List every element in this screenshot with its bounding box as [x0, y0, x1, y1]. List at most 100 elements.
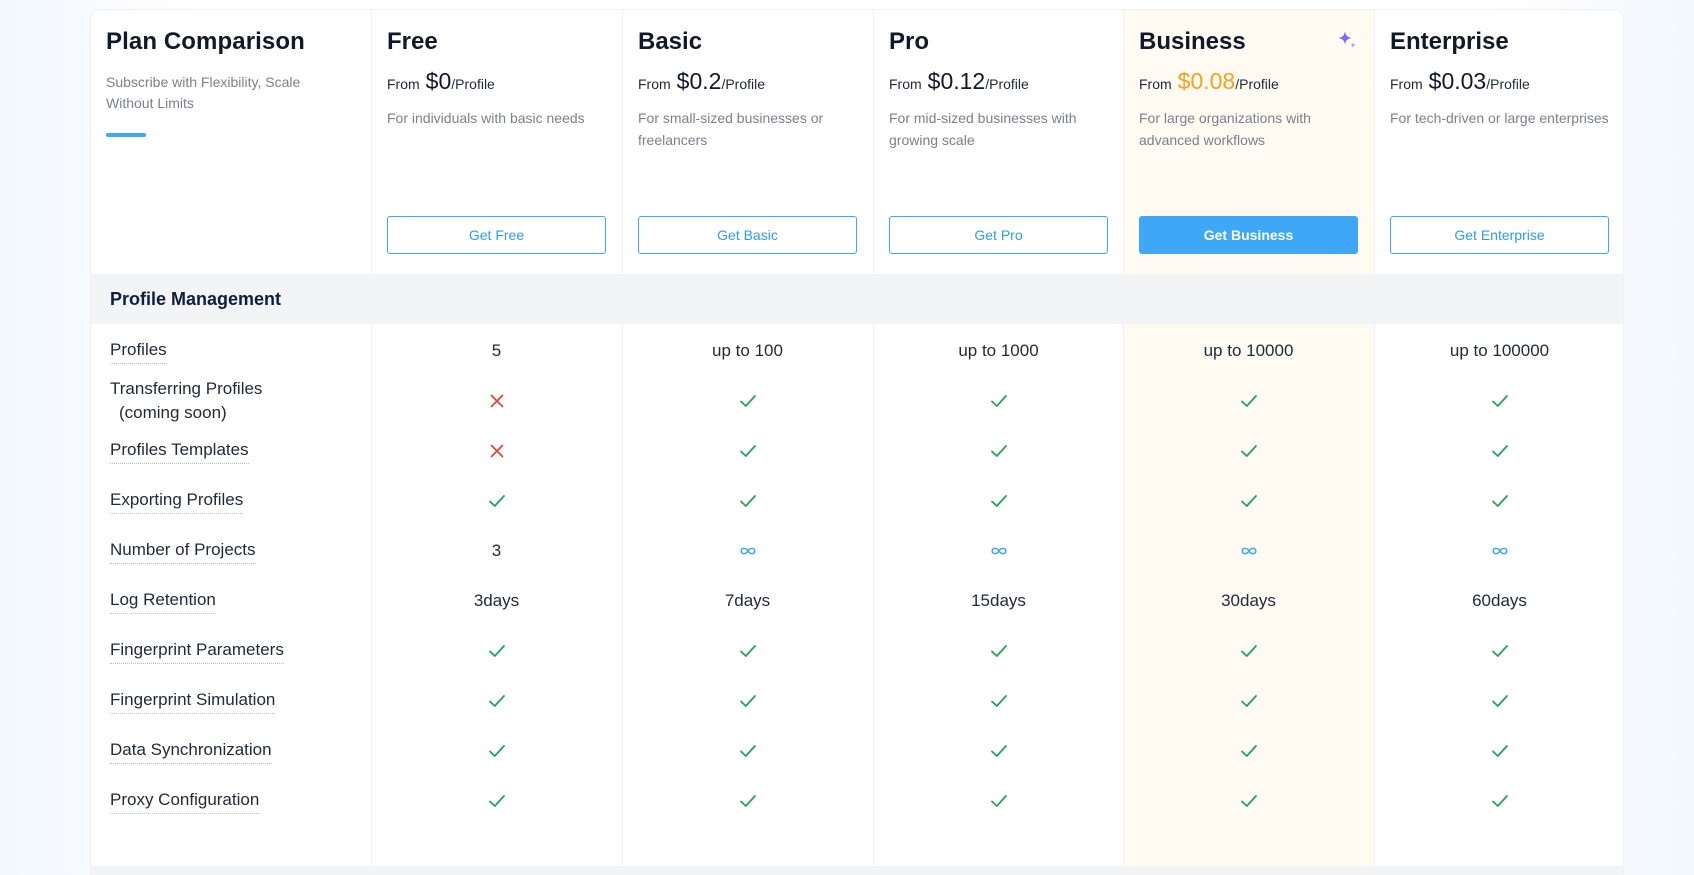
price-unit: /Profile: [1235, 76, 1279, 92]
feature-value: 60days: [1472, 591, 1527, 610]
price-unit: /Profile: [985, 76, 1029, 92]
feature-name: Data Synchronization: [110, 738, 272, 764]
table-row: Exporting Profiles: [91, 474, 1623, 528]
check-icon: [1123, 374, 1374, 428]
plan-description: For large organizations with advanced wo…: [1139, 110, 1311, 148]
check-icon: [873, 624, 1124, 678]
feature-value: 30days: [1221, 591, 1276, 610]
check-icon: [371, 474, 622, 528]
check-icon: [1374, 474, 1625, 528]
feature-value: up to 100: [712, 341, 783, 360]
feature-label: Exporting Profiles: [110, 474, 360, 528]
check-icon: [873, 474, 1124, 528]
plan-description: For small-sized businesses or freelancer…: [638, 110, 824, 148]
price-from-label: From: [1139, 76, 1172, 92]
price-amount: $0: [425, 68, 452, 94]
infinity-icon: [622, 524, 873, 578]
page-title: Plan Comparison: [106, 28, 305, 55]
check-icon: [1123, 724, 1374, 778]
table-row: Profiles 5 up to 100 up to 1000 up to 10000 u…: [91, 324, 1623, 378]
check-icon: [622, 374, 873, 428]
check-icon: [873, 674, 1124, 728]
check-icon: [371, 624, 622, 678]
feature-label: Log Retention: [110, 574, 360, 628]
price-from-label: From: [387, 76, 420, 92]
plan-price: From $0.03/Profile: [1390, 68, 1609, 95]
feature-label: Profiles: [110, 324, 360, 378]
check-icon: [1374, 624, 1625, 678]
check-icon: [873, 424, 1124, 478]
plan-name: Basic: [638, 28, 703, 55]
plan-description: For mid-sized businesses with growing sc…: [889, 110, 1077, 148]
check-icon: [371, 674, 622, 728]
comparison-header: Plan Comparison Subscribe with Flexibili…: [91, 10, 371, 274]
feature-name: Proxy Configuration: [110, 788, 260, 814]
plan-name: Enterprise: [1390, 28, 1509, 55]
get-enterprise-button[interactable]: Get Enterprise: [1390, 216, 1609, 254]
check-icon: [622, 674, 873, 728]
check-icon: [371, 724, 622, 778]
feature-label: Proxy Configuration: [110, 774, 360, 828]
plan-comparison-table: Plan Comparison Subscribe with Flexibili…: [90, 9, 1624, 875]
get-basic-button[interactable]: Get Basic: [638, 216, 857, 254]
table-row: Fingerprint Parameters: [91, 624, 1623, 678]
feature-label: Fingerprint Parameters: [110, 624, 360, 678]
plan-name: Business: [1139, 28, 1246, 55]
next-section-bar: [91, 866, 1623, 875]
plan-column-enterprise: Enterprise From $0.03/Profile For tech-driv…: [1374, 10, 1625, 274]
infinity-icon: [1123, 524, 1374, 578]
check-icon: [622, 624, 873, 678]
price-unit: /Profile: [451, 76, 495, 92]
table-row: Fingerprint Simulation: [91, 674, 1623, 728]
infinity-icon: [873, 524, 1124, 578]
feature-value: up to 1000: [958, 341, 1039, 360]
section-title: Profile Management: [110, 288, 282, 309]
table-row: Data Synchronization: [91, 724, 1623, 778]
feature-name: Profiles: [110, 338, 167, 364]
price-unit: /Profile: [721, 76, 766, 92]
table-row: Transferring Profiles (coming soon): [91, 374, 1623, 428]
feature-name: Fingerprint Parameters: [110, 638, 284, 664]
cross-icon: [371, 374, 622, 428]
plan-price: From $0/Profile: [387, 68, 606, 95]
feature-label: Transferring Profiles (coming soon): [110, 374, 360, 428]
feature-label: Number of Projects: [110, 524, 360, 578]
check-icon: [622, 774, 873, 828]
price-unit: /Profile: [1486, 76, 1530, 92]
table-row: Profiles Templates: [91, 424, 1623, 478]
check-icon: [873, 724, 1124, 778]
check-icon: [1123, 424, 1374, 478]
infinity-icon: [1374, 524, 1625, 578]
plan-price: From $0.2/Profile: [638, 68, 857, 95]
feature-name: Log Retention: [110, 588, 216, 614]
check-icon: [1374, 374, 1625, 428]
plan-column-free: Free From $0/Profile For individuals with b…: [371, 10, 622, 274]
feature-name: Exporting Profiles: [110, 488, 244, 514]
price-from-label: From: [889, 76, 922, 92]
price-amount: $0.12: [927, 68, 986, 94]
feature-value: 3: [491, 541, 502, 560]
feature-label: Profiles Templates: [110, 424, 360, 478]
check-icon: [1374, 674, 1625, 728]
feature-name: Transferring Profiles: [110, 379, 263, 398]
price-amount: $0.2: [676, 68, 722, 94]
get-business-button[interactable]: Get Business: [1139, 216, 1358, 254]
plan-name: Pro: [889, 28, 930, 55]
plan-description: For individuals with basic needs: [387, 110, 585, 126]
feature-value: 5: [491, 341, 502, 360]
check-icon: [371, 774, 622, 828]
feature-value: up to 10000: [1203, 341, 1294, 360]
check-icon: [1123, 674, 1374, 728]
get-pro-button[interactable]: Get Pro: [889, 216, 1108, 254]
feature-value: 15days: [971, 591, 1026, 610]
feature-label: Fingerprint Simulation: [110, 674, 360, 728]
page-subtitle: Subscribe with Flexibility, Scale Withou…: [106, 74, 301, 111]
check-icon: [1123, 474, 1374, 528]
check-icon: [1374, 724, 1625, 778]
cross-icon: [371, 424, 622, 478]
price-amount: $0.03: [1428, 68, 1487, 94]
section-header: Profile Management: [91, 274, 1623, 324]
get-free-button[interactable]: Get Free: [387, 216, 606, 254]
check-icon: [622, 724, 873, 778]
feature-name: Profiles Templates: [110, 438, 249, 464]
